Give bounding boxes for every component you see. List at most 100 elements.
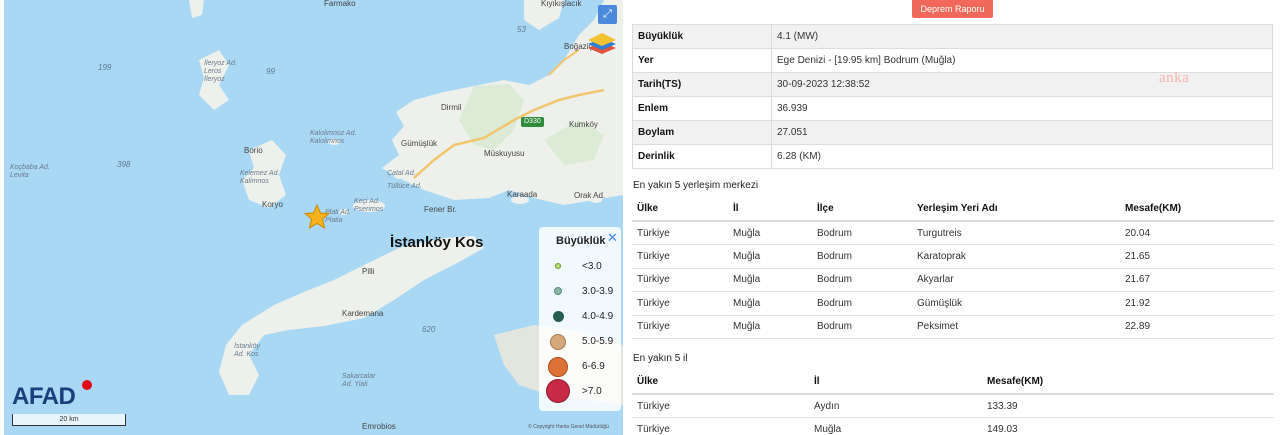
layers-icon[interactable] [586, 30, 618, 64]
table-row: Türkiye Muğla 149.03 [632, 417, 1274, 435]
map-label-kardemana: Kardemana [342, 309, 384, 318]
table-row: Türkiye Muğla Bodrum Gümüşlük 21.92 [632, 291, 1274, 316]
table-cell: Bodrum [812, 221, 912, 245]
map-label-istankoy: İstanköy Kos [390, 234, 484, 251]
info-row: Büyüklük 4.1 (MW) [632, 24, 1273, 49]
column-header[interactable]: İl [809, 370, 982, 395]
table-row: Türkiye Muğla Bodrum Turgutreis 20.04 [632, 221, 1274, 245]
table-cell: Türkiye [632, 394, 809, 418]
table-cell: Karatoprak [912, 244, 1120, 269]
table-cell: Turgutreis [912, 221, 1120, 245]
column-header[interactable]: Mesafe(KM) [982, 370, 1274, 395]
map-label-orak: Orak Ad. [574, 191, 606, 200]
table-cell: Muğla [728, 315, 812, 339]
legend-item: 4.0-4.9 [539, 305, 621, 329]
map-label-kumkoy: Kumköy [569, 120, 598, 129]
info-key: Büyüklük [632, 24, 772, 49]
info-row: Derinlik 6.28 (KM) [632, 144, 1273, 169]
map-label-kiyikislacik: Kıyıkışlacık [541, 0, 582, 8]
map-label-koryo: Koryo [262, 200, 283, 209]
info-row: Enlem 36.939 [632, 96, 1273, 121]
table-row: Türkiye Muğla Bodrum Peksimet 22.89 [632, 315, 1274, 339]
map-label-dirmil: Dirmil [441, 103, 462, 112]
column-header[interactable]: İl [728, 197, 812, 222]
table-cell: Türkiye [632, 244, 728, 269]
provinces-table: Ülke İl Mesafe(KM) Türkiye Aydın 133.39 Türki… [632, 370, 1274, 435]
info-key: Yer [632, 48, 772, 73]
table-row: Türkiye Muğla Bodrum Akyarlar 21.67 [632, 268, 1274, 292]
details-panel: Deprem Raporu Büyüklük 4.1 (MW) Yer Ege Den… [629, 0, 1280, 435]
page: Farmako Kıyıkışlacık 53 199 99 İleryoz A… [0, 0, 1280, 435]
table-cell: 149.03 [982, 417, 1274, 435]
map-depth-99: 99 [266, 67, 275, 76]
legend-label: <3.0 [582, 261, 602, 272]
map-label-sakarcalar: Sakarcalar Ad. Yiali [342, 373, 376, 388]
legend-label: 4.0-4.9 [582, 311, 614, 322]
road-badge-d330: D330 [521, 117, 544, 127]
epicenter-star-icon[interactable] [304, 204, 330, 230]
table-cell: 21.65 [1120, 244, 1274, 269]
column-header[interactable]: İlçe [812, 197, 912, 222]
table-cell: Muğla [728, 268, 812, 292]
table-cell: Muğla [728, 244, 812, 269]
earthquake-info-table: Büyüklük 4.1 (MW) Yer Ege Denizi - [19.95 k… [632, 24, 1273, 169]
settlements-table: Ülke İl İlçe Yerleşim Yeri Adı Mesafe(KM) Tü… [632, 197, 1274, 339]
map-label-istankoy-ad: İstanköy Ad. Kos [234, 343, 261, 358]
info-value: 36.939 [771, 96, 1273, 121]
table-cell: Muğla [728, 221, 812, 245]
legend-dot [546, 379, 570, 403]
table-cell: Türkiye [632, 417, 809, 435]
provinces-title: En yakın 5 il [633, 353, 688, 364]
settlements-title: En yakın 5 yerleşim merkezi [633, 180, 759, 191]
legend-label: 3.0-3.9 [582, 286, 614, 297]
legend-close-icon[interactable]: ✕ [607, 230, 618, 246]
legend-label: 6-6.9 [582, 361, 605, 372]
map-copyright: © Copyright Harita Genel Müdürlüğü [528, 424, 609, 430]
info-row: Yer Ege Denizi - [19.95 km] Bodrum (Muğla… [632, 48, 1273, 73]
map-label-catal: Çatal Ad. [387, 170, 416, 177]
table-row: Türkiye Aydın 133.39 [632, 394, 1274, 418]
column-header[interactable]: Ülke [632, 197, 728, 222]
magnitude-legend: Büyüklük ✕ <3.0 3.0-3.9 4.0-4.9 5.0-5.9 … [539, 227, 621, 411]
earthquake-map[interactable]: Farmako Kıyıkışlacık 53 199 99 İleryoz A… [4, 0, 623, 435]
map-depth-53: 53 [517, 25, 526, 34]
table-cell: Türkiye [632, 268, 728, 292]
table-cell: Aydın [809, 394, 982, 418]
afad-logo: AFAD [12, 383, 76, 410]
map-label-keci: Keçi Ad. Pserimos [354, 198, 384, 213]
fullscreen-button[interactable]: ⤢ [598, 5, 617, 24]
legend-title: Büyüklük [556, 235, 606, 247]
map-depth-620: 620 [422, 325, 436, 334]
info-key: Enlem [632, 96, 772, 121]
info-key: Boylam [632, 120, 772, 145]
column-header[interactable]: Ülke [632, 370, 809, 395]
map-label-fener: Fener Br. [424, 205, 457, 214]
earthquake-report-button[interactable]: Deprem Raporu [912, 0, 993, 18]
legend-item: 3.0-3.9 [539, 280, 621, 304]
info-value: 4.1 (MW) [771, 24, 1273, 49]
map-label-emrobios: Emrobios [362, 422, 396, 431]
info-key: Derinlik [632, 144, 772, 169]
info-value: 27.051 [771, 120, 1273, 145]
legend-item: 6-6.9 [539, 355, 621, 379]
map-label-kalolimnoz: Kalolimnoz Ad. Kalolimnos [310, 130, 357, 145]
legend-dot [550, 334, 566, 350]
map-label-gumusluk: Gümüşlük [401, 139, 438, 148]
column-header[interactable]: Yerleşim Yeri Adı [912, 197, 1120, 222]
legend-label: 5.0-5.9 [582, 336, 614, 347]
legend-item: 5.0-5.9 [539, 330, 621, 354]
watermark: anka [1159, 70, 1190, 86]
table-cell: Bodrum [812, 315, 912, 339]
legend-dot [555, 263, 561, 269]
legend-item: >7.0 [539, 379, 621, 403]
map-label-kocbaba: Koçbaba Ad. Levita [10, 164, 50, 179]
table-cell: Akyarlar [912, 268, 1120, 292]
map-label-karaada: Karaada [507, 190, 538, 199]
table-cell: Bodrum [812, 291, 912, 316]
table-cell: 20.04 [1120, 221, 1274, 245]
column-header[interactable]: Mesafe(KM) [1120, 197, 1274, 222]
map-depth-398: 398 [117, 160, 131, 169]
map-label-kelemez: Kelemez Ad. Kalimnos [240, 170, 280, 185]
legend-label: >7.0 [582, 386, 602, 397]
info-value: 6.28 (KM) [771, 144, 1273, 169]
